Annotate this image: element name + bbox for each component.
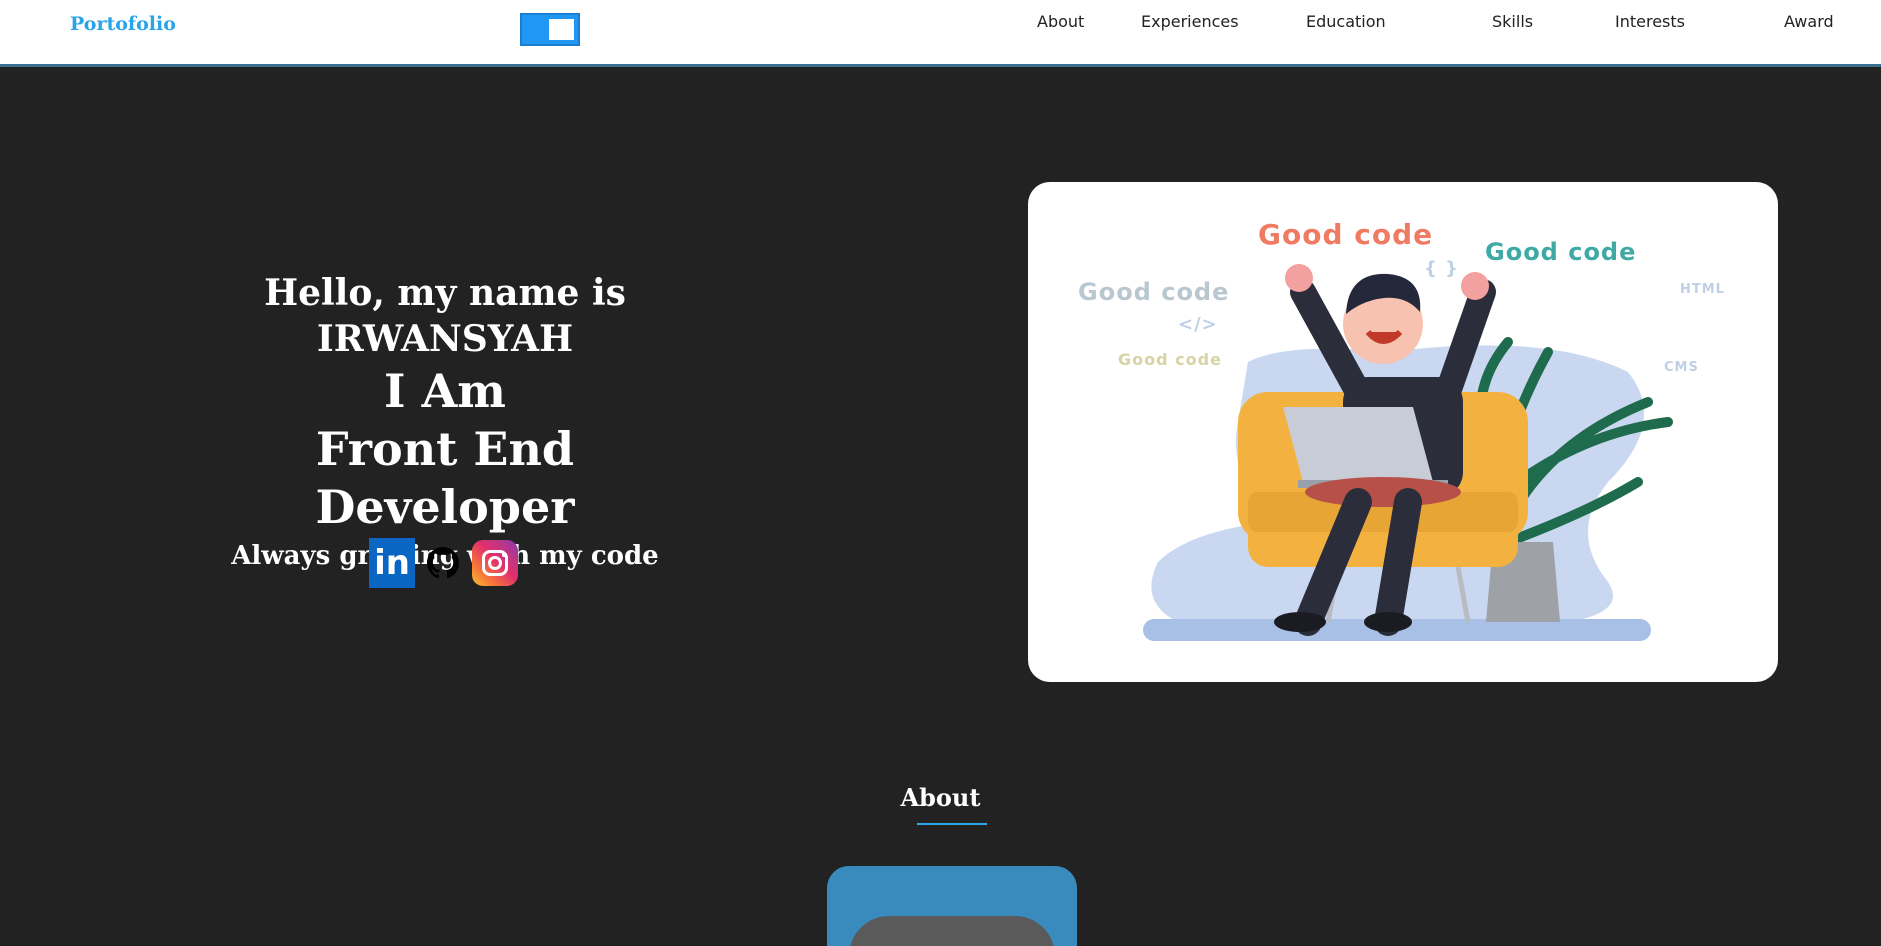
good-code-label: Good code <box>1118 350 1222 369</box>
hero-intro: Hello, my name is IRWANSYAH I Am Front E… <box>145 270 745 574</box>
nav-item-award[interactable]: Award <box>1784 12 1834 31</box>
instagram-icon[interactable] <box>472 540 518 586</box>
toggle-knob <box>549 19 574 40</box>
brand-logo[interactable]: Portofolio <box>70 13 176 35</box>
braces-label: { } <box>1424 258 1459 279</box>
good-code-label: Good code <box>1485 238 1637 266</box>
good-code-label: Good code <box>1258 218 1434 251</box>
hero-role-line-1: I Am <box>384 364 506 418</box>
good-code-label: Good code <box>1078 278 1230 306</box>
about-heading: About <box>900 783 981 812</box>
github-icon[interactable] <box>427 547 459 579</box>
tag-label: </> <box>1178 314 1218 335</box>
theme-toggle[interactable] <box>520 13 580 46</box>
nav-item-education[interactable]: Education <box>1306 12 1386 31</box>
html-label: HTML <box>1680 282 1725 297</box>
instagram-lens <box>488 556 502 570</box>
linkedin-icon[interactable]: in <box>369 538 415 588</box>
navbar: Portofolio About Experiences Education S… <box>0 0 1881 67</box>
nav-item-skills[interactable]: Skills <box>1492 12 1533 31</box>
about-heading-underline <box>917 823 987 825</box>
hero-illustration-card: Good code Good code Good code Good code … <box>1028 182 1778 682</box>
social-links: in <box>369 538 519 588</box>
profile-photo <box>849 916 1055 946</box>
developer-illustration <box>1143 264 1673 641</box>
nav-item-about[interactable]: About <box>1037 12 1084 31</box>
instagram-dot <box>502 553 506 557</box>
nav-item-experiences[interactable]: Experiences <box>1141 12 1239 31</box>
nav-item-interests[interactable]: Interests <box>1615 12 1685 31</box>
hero-role-line-3: Developer <box>315 480 575 534</box>
about-card <box>827 866 1077 946</box>
hero-role-line-2: Front End <box>315 422 575 476</box>
cms-label: CMS <box>1664 360 1699 375</box>
hero-greeting: Hello, my name is IRWANSYAH <box>264 272 626 360</box>
